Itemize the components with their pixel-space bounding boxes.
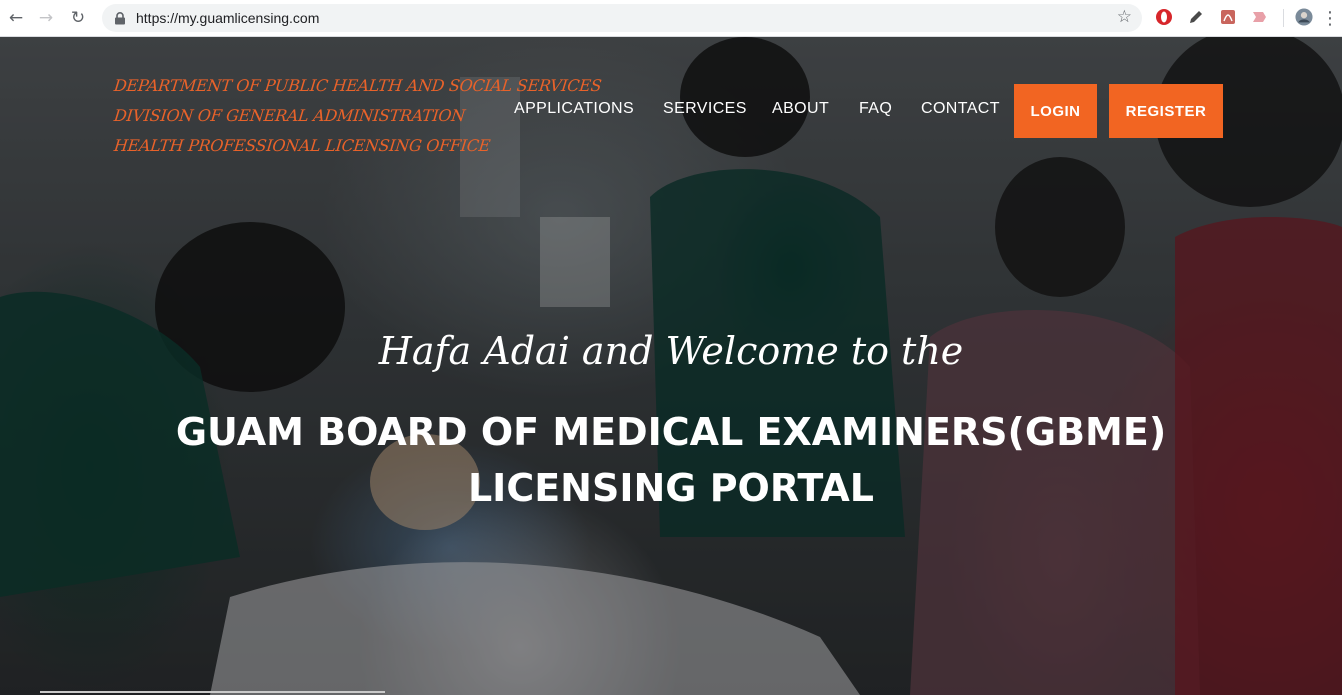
toolbar-divider <box>1283 9 1284 27</box>
opera-extension-icon[interactable] <box>1155 8 1173 26</box>
forward-arrow-icon[interactable]: → <box>34 6 58 30</box>
title-line-2: LICENSING PORTAL <box>467 466 875 510</box>
browser-menu-icon[interactable]: ⋮ <box>1318 6 1342 30</box>
browser-toolbar: ← → ↻ https://my.guamlicensing.com ☆ ⋮ <box>0 0 1342 37</box>
cast-extension-icon[interactable] <box>1250 8 1268 26</box>
address-bar[interactable]: https://my.guamlicensing.com ☆ <box>102 4 1142 32</box>
lock-icon <box>115 12 125 25</box>
nav-about[interactable]: ABOUT <box>772 100 829 118</box>
dept-line-1: DEPARTMENT OF PUBLIC HEALTH AND SOCIAL S… <box>113 76 603 95</box>
title-line-1: GUAM BOARD OF MEDICAL EXAMINERS(GBME) <box>175 410 1167 454</box>
url-text[interactable]: https://my.guamlicensing.com <box>136 10 319 26</box>
nav-faq[interactable]: FAQ <box>859 100 892 118</box>
reload-icon[interactable]: ↻ <box>66 6 90 30</box>
login-button[interactable]: LOGIN <box>1014 84 1097 138</box>
nav-applications[interactable]: APPLICATIONS <box>514 100 634 118</box>
dept-line-3: HEALTH PROFESSIONAL LICENSING OFFICE <box>113 136 492 155</box>
pen-extension-icon[interactable] <box>1187 8 1205 26</box>
avatar[interactable] <box>1295 8 1313 26</box>
hero-section: DEPARTMENT OF PUBLIC HEALTH AND SOCIAL S… <box>0 37 1342 695</box>
nav-services[interactable]: SERVICES <box>663 100 747 118</box>
pdf-extension-icon[interactable] <box>1219 8 1237 26</box>
nav-contact[interactable]: CONTACT <box>921 100 1000 118</box>
bookmark-star-icon[interactable]: ☆ <box>1117 7 1132 27</box>
scroll-indicator <box>40 691 385 693</box>
register-button[interactable]: REGISTER <box>1109 84 1223 138</box>
page-title: GUAM BOARD OF MEDICAL EXAMINERS(GBME) LI… <box>0 404 1342 516</box>
welcome-text: Hafa Adai and Welcome to the <box>378 329 964 373</box>
back-arrow-icon[interactable]: ← <box>4 6 28 30</box>
